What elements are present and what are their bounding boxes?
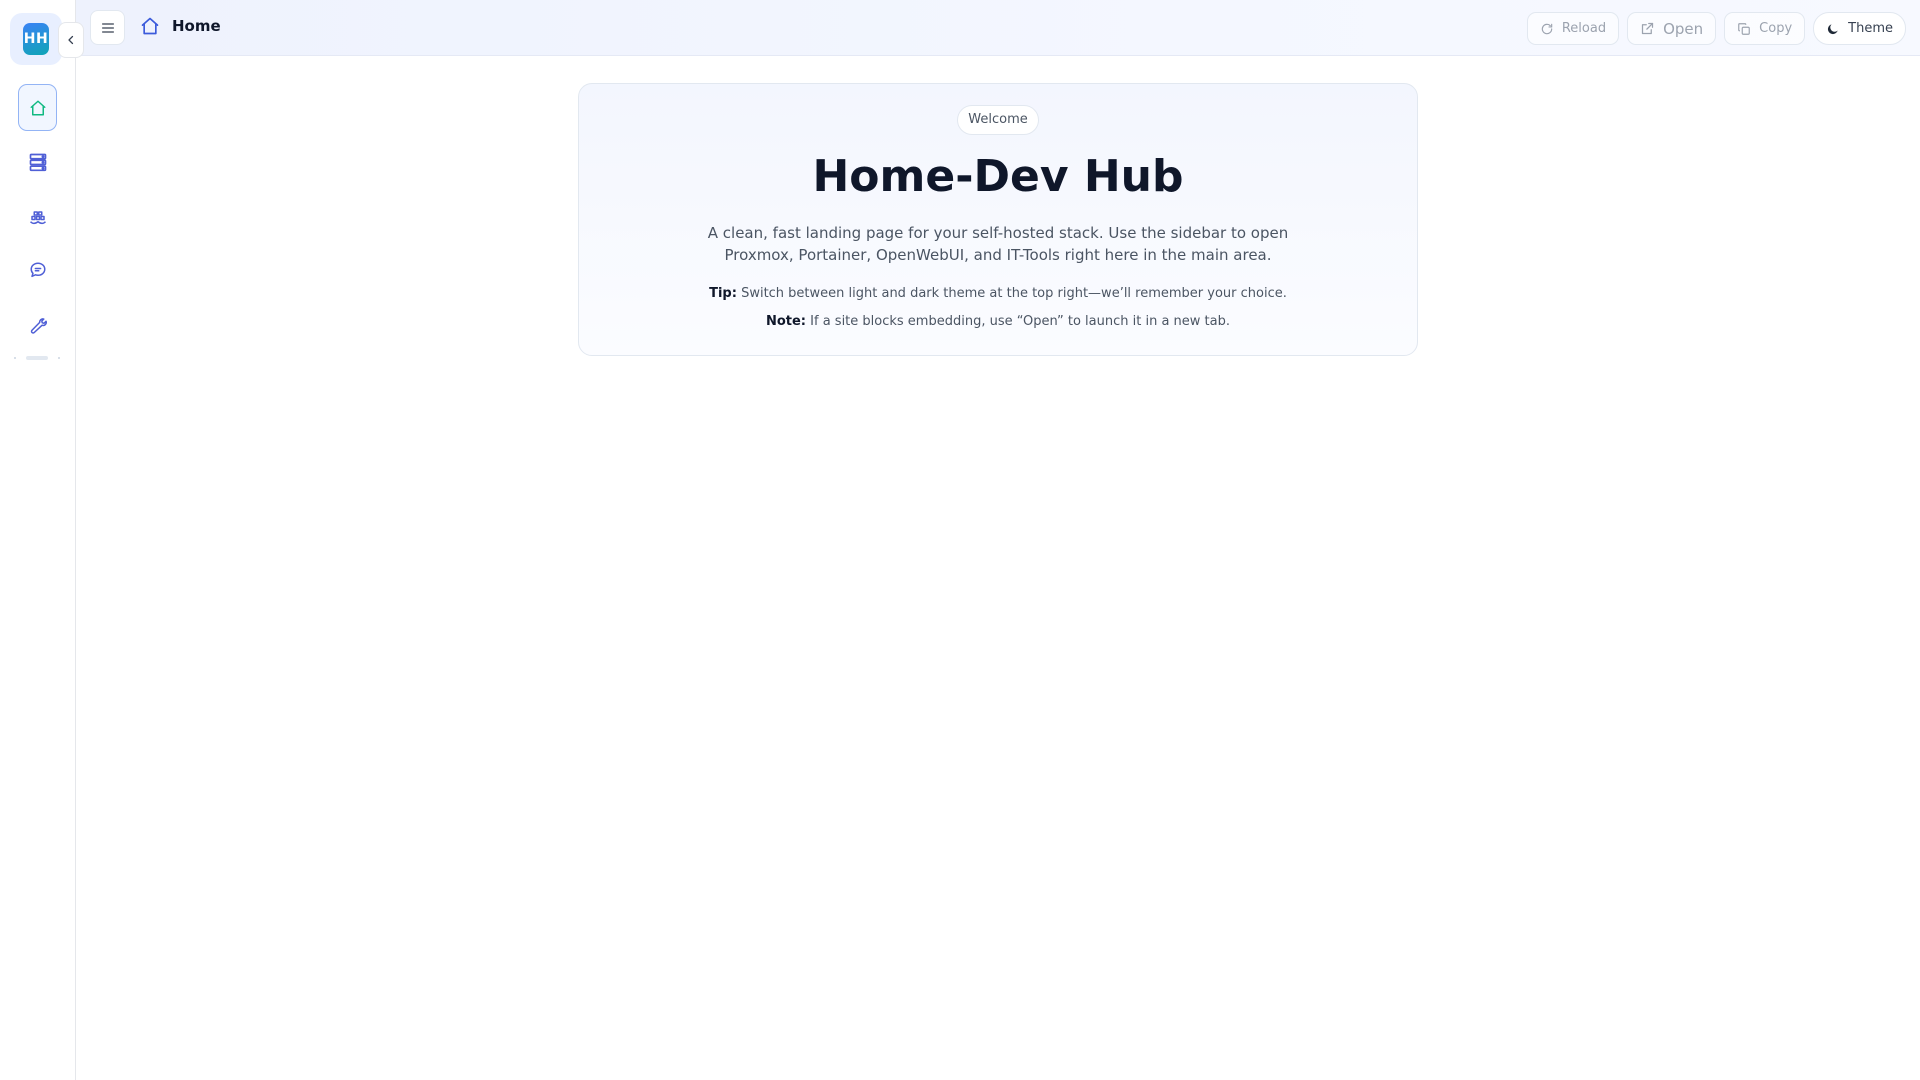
sidebar-item-portainer[interactable] [18,194,57,241]
logo: HH [23,23,49,55]
note-label: Note: [765,314,807,329]
theme-label: Theme [1848,21,1893,36]
note-text: If a site blocks embedding, use “Open” t… [806,314,1231,329]
sidebar-item-home[interactable] [18,84,57,131]
moon-icon [1828,23,1838,34]
welcome-card: Welcome Home-Dev Hub A clean, fast landi… [578,83,1418,356]
toolbar-actions: Reload Open Copy Theme [1526,12,1906,45]
tip-label: Tip: [709,286,737,301]
scroll-dot [58,357,60,359]
open-label: Open [1663,19,1704,38]
scroll-dot [14,357,16,359]
breadcrumb: Home [140,16,221,36]
reload-icon [1541,23,1553,34]
page-title: Home [172,17,221,35]
chevron-left-icon [68,35,74,45]
hub-description: A clean, fast landing page for your self… [707,224,1289,264]
chat-bubble-icon [30,262,45,277]
app-root: HH Home Reload Open Copy Theme Welcome H… [0,0,1920,1080]
reload-label: Reload [1561,21,1607,36]
sidebar-item-proxmox[interactable] [18,138,57,185]
logo-container[interactable]: HH [10,13,62,65]
hamburger-icon [101,22,114,33]
scroll-bar [26,356,48,360]
welcome-badge: Welcome [957,105,1039,135]
theme-toggle-button[interactable]: Theme [1813,12,1906,45]
collapse-sidebar-button[interactable] [58,22,84,58]
note-line: Note: If a site blocks embedding, use “O… [579,314,1417,329]
copy-icon [1738,22,1751,35]
tip-text: Switch between light and dark theme at t… [736,286,1287,301]
hub-title: Home-Dev Hub [812,151,1184,202]
open-button[interactable]: Open [1627,12,1717,45]
copy-label: Copy [1759,21,1793,36]
sidebar-item-openwebui[interactable] [18,246,57,293]
copy-button[interactable]: Copy [1724,12,1806,45]
home-icon [141,17,159,35]
sidebar: HH [0,0,76,1080]
reload-button[interactable]: Reload [1526,12,1620,45]
sidebar-scroll-indicator[interactable] [14,355,60,361]
menu-button[interactable] [90,10,125,45]
sidebar-item-it-tools[interactable] [18,301,57,348]
wrench-icon [30,317,47,334]
external-link-icon [1641,22,1654,35]
home-icon [30,100,45,115]
top-bar: Home Reload Open Copy Theme [76,0,1920,56]
server-stack-icon [29,153,46,171]
container-ship-icon [29,210,46,224]
tip-line: Tip: Switch between light and dark theme… [579,286,1417,301]
